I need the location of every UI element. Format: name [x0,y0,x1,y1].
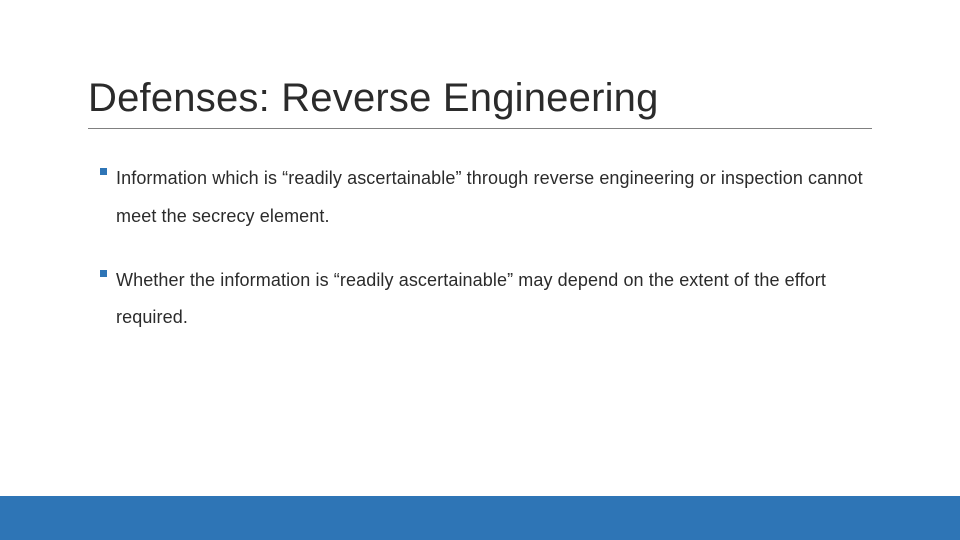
square-bullet-icon [100,168,107,175]
bullet-text: Whether the information is “readily asce… [116,262,870,338]
slide-title: Defenses: Reverse Engineering [88,76,659,121]
list-item: Whether the information is “readily asce… [100,262,870,338]
footer-bar [0,496,960,540]
bullet-text: Information which is “readily ascertaina… [116,160,870,236]
title-underline [88,128,872,129]
slide: Defenses: Reverse Engineering Informatio… [0,0,960,540]
square-bullet-icon [100,270,107,277]
list-item: Information which is “readily ascertaina… [100,160,870,236]
slide-body: Information which is “readily ascertaina… [100,160,870,363]
